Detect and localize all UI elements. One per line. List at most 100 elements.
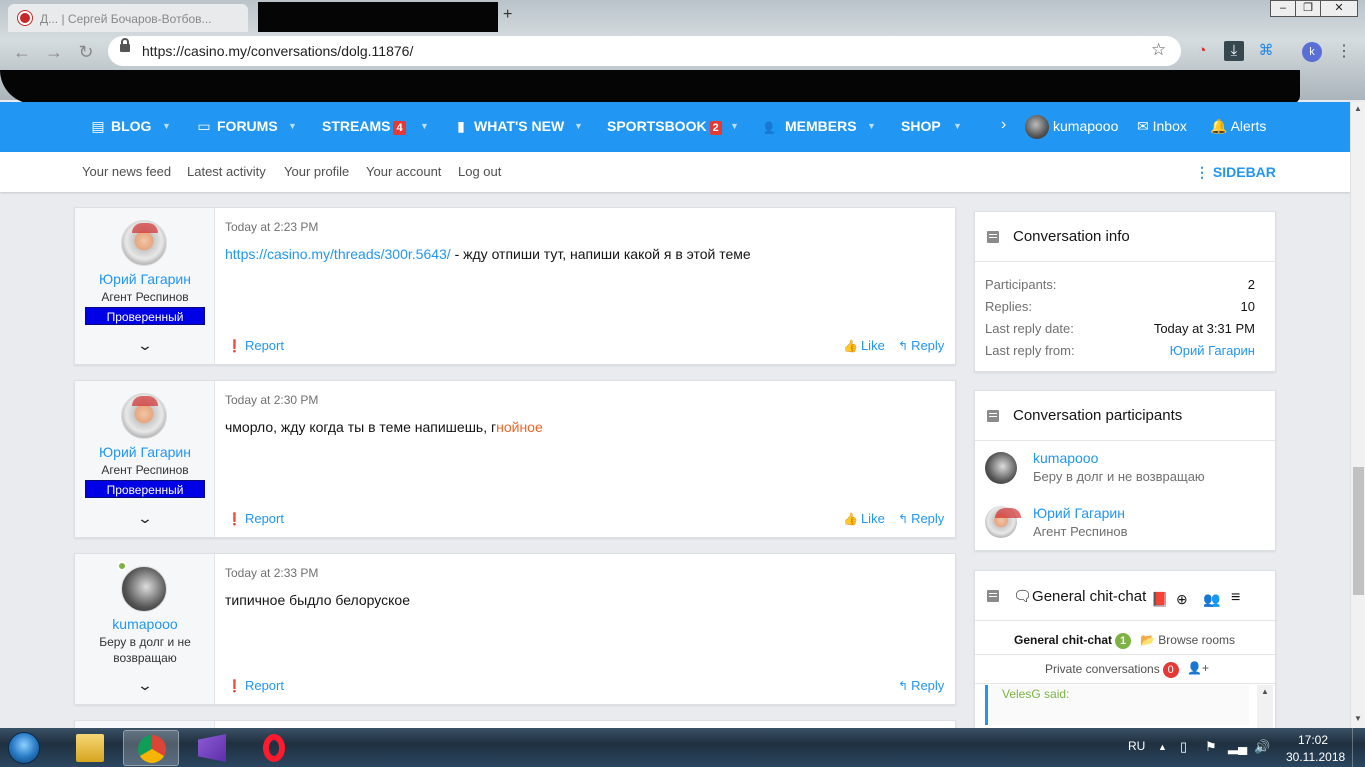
keyboard-language[interactable]: RU <box>1128 739 1145 753</box>
message-date[interactable]: Today at 2:33 PM <box>225 566 318 580</box>
download-icon[interactable]: ⤓ <box>1224 41 1244 61</box>
nav-blog[interactable]: ▤ BLOG <box>90 118 151 135</box>
page-scrollbar[interactable]: ▲ ▼ <box>1350 102 1365 728</box>
taskbar-opera[interactable] <box>245 730 301 766</box>
report-button[interactable]: ❗ Report <box>227 678 284 693</box>
participant-name[interactable]: kumapooo <box>1033 450 1098 466</box>
chrome-icon <box>138 735 166 763</box>
private-conversations-tab[interactable]: Private conversations 0 <box>1045 662 1179 678</box>
blog-icon: ▤ <box>91 118 105 134</box>
taskbar-chrome[interactable] <box>123 730 179 766</box>
message-user-panel: kumapooo Беру в долг и не возвращаю ⌄ <box>75 554 215 704</box>
avatar[interactable] <box>985 452 1017 484</box>
avatar[interactable] <box>121 220 167 266</box>
participant-title: Агент Респинов <box>1033 524 1128 539</box>
message-link[interactable]: https://casino.my/threads/300r.5643/ <box>225 246 451 262</box>
nav-forums[interactable]: ▭ FORUMS <box>196 118 277 135</box>
browse-rooms-button[interactable]: 📂 Browse rooms <box>1140 633 1235 647</box>
subnav-your-profile[interactable]: Your profile <box>284 164 349 179</box>
report-button[interactable]: ❗ Report <box>227 511 284 526</box>
chevron-down-icon[interactable]: ⌄ <box>131 510 159 527</box>
translate-extension-icon[interactable]: ⌘ <box>1256 41 1276 61</box>
forward-arrow-icon[interactable]: → <box>44 42 64 62</box>
nav-streams[interactable]: STREAMS 4 <box>322 118 406 135</box>
like-button[interactable]: 👍 Like <box>843 338 885 353</box>
participant-title: Беру в долг и не возвращаю <box>1033 469 1205 484</box>
maximize-button[interactable]: ❐ <box>1295 0 1321 17</box>
profile-avatar[interactable]: k <box>1302 42 1322 62</box>
nav-more-chevron-icon[interactable]: › <box>1001 116 1006 134</box>
last-reply-user-link[interactable]: Юрий Гагарин <box>1170 343 1255 358</box>
chevron-down-icon[interactable]: ▼ <box>162 121 171 131</box>
taskbar-explorer[interactable] <box>62 730 118 766</box>
chat-scrollbar[interactable]: ▲ <box>1257 685 1273 731</box>
action-center-flag-icon[interactable]: ⚑ <box>1205 739 1217 755</box>
lifebuoy-icon[interactable]: ⊕ <box>1176 591 1188 608</box>
minimize-button[interactable]: ‒ <box>1270 0 1296 17</box>
message-author[interactable]: Юрий Гагарин <box>75 444 215 460</box>
nav-sportsbook[interactable]: SPORTSBOOK 2 <box>607 118 722 135</box>
opera-extension-icon[interactable]: ◔ <box>1192 41 1212 61</box>
message-author[interactable]: Юрий Гагарин <box>75 271 215 287</box>
nav-whats-new[interactable]: ▮ WHAT'S NEW <box>453 118 564 135</box>
chevron-down-icon[interactable]: ⌄ <box>131 337 159 354</box>
scroll-down-arrow-icon[interactable]: ▼ <box>1354 714 1362 723</box>
avatar[interactable] <box>985 506 1021 538</box>
user-avatar[interactable] <box>1025 115 1049 139</box>
chevron-down-icon[interactable]: ▼ <box>953 121 962 131</box>
reply-button[interactable]: ↰ Reply <box>898 511 944 526</box>
usb-icon[interactable]: ▯ <box>1180 739 1187 755</box>
subnav-log-out[interactable]: Log out <box>458 164 501 179</box>
subnav-latest-activity[interactable]: Latest activity <box>187 164 266 179</box>
scroll-up-arrow-icon[interactable]: ▲ <box>1354 104 1362 113</box>
menu-icon[interactable]: ≡ <box>1231 589 1240 607</box>
clock-time[interactable]: 17:02 <box>1298 733 1328 747</box>
tray-expand-icon[interactable]: ▲ <box>1158 742 1167 752</box>
like-button[interactable]: 👍 Like <box>843 511 885 526</box>
users-icon[interactable]: 👥 <box>1203 591 1220 608</box>
scroll-up-arrow-icon[interactable]: ▲ <box>1261 687 1269 696</box>
taskbar-visual-studio[interactable] <box>184 730 240 766</box>
message-date[interactable]: Today at 2:30 PM <box>225 393 318 407</box>
message-date[interactable]: Today at 2:23 PM <box>225 220 318 234</box>
avatar[interactable] <box>121 566 167 612</box>
sidebar-toggle-button[interactable]: ⋮ SIDEBAR <box>1195 164 1276 181</box>
private-conversations-row[interactable]: Private conversations 0 👤+ <box>975 656 1275 684</box>
new-tab-button[interactable]: + <box>503 6 512 24</box>
nav-alerts[interactable]: 🔔 Alerts <box>1210 118 1266 135</box>
book-icon[interactable]: 📕 <box>1151 591 1168 608</box>
chevron-down-icon[interactable]: ▼ <box>867 121 876 131</box>
clock-date[interactable]: 30.11.2018 <box>1286 750 1345 764</box>
nav-inbox[interactable]: ✉ Inbox <box>1137 118 1187 135</box>
chevron-down-icon[interactable]: ▼ <box>730 121 739 131</box>
close-window-button[interactable]: ✕ <box>1320 0 1358 17</box>
nav-shop[interactable]: SHOP <box>901 118 941 134</box>
chat-room-tab[interactable]: General chit-chat 1 <box>1014 633 1132 649</box>
chevron-down-icon[interactable]: ▼ <box>420 121 429 131</box>
participant-name[interactable]: Юрий Гагарин <box>1033 505 1125 521</box>
message-author[interactable]: kumapooo <box>75 616 215 632</box>
subnav-your-account[interactable]: Your account <box>366 164 441 179</box>
browser-tab[interactable]: Д... | Сергей Бочаров-Вотбов... <box>8 4 248 32</box>
chevron-down-icon[interactable]: ▼ <box>288 121 297 131</box>
chevron-down-icon[interactable]: ⌄ <box>131 677 159 694</box>
network-signal-icon[interactable]: ▂▄ <box>1228 739 1247 755</box>
reply-button[interactable]: ↰ Reply <box>898 678 944 693</box>
add-user-icon[interactable]: 👤+ <box>1187 661 1209 675</box>
nav-members[interactable]: 👥 MEMBERS <box>764 118 857 135</box>
scroll-thumb[interactable] <box>1353 467 1364 595</box>
subnav-news-feed[interactable]: Your news feed <box>82 164 171 179</box>
bookmark-star-icon[interactable]: ☆ <box>1151 40 1166 60</box>
back-arrow-icon[interactable]: ← <box>12 42 32 62</box>
report-button[interactable]: ❗ Report <box>227 338 284 353</box>
reply-button[interactable]: ↰ Reply <box>898 338 944 353</box>
browser-menu-icon[interactable]: ⋮ <box>1336 41 1352 61</box>
address-bar[interactable]: https://casino.my/conversations/dolg.118… <box>108 36 1181 66</box>
show-desktop-button[interactable] <box>1352 728 1365 767</box>
reload-icon[interactable]: ↻ <box>76 42 96 62</box>
avatar[interactable] <box>121 393 167 439</box>
start-button[interactable] <box>8 732 40 764</box>
volume-icon[interactable]: 🔊 <box>1254 739 1270 755</box>
chevron-down-icon[interactable]: ▼ <box>574 121 583 131</box>
nav-username[interactable]: kumapooo <box>1053 118 1118 134</box>
